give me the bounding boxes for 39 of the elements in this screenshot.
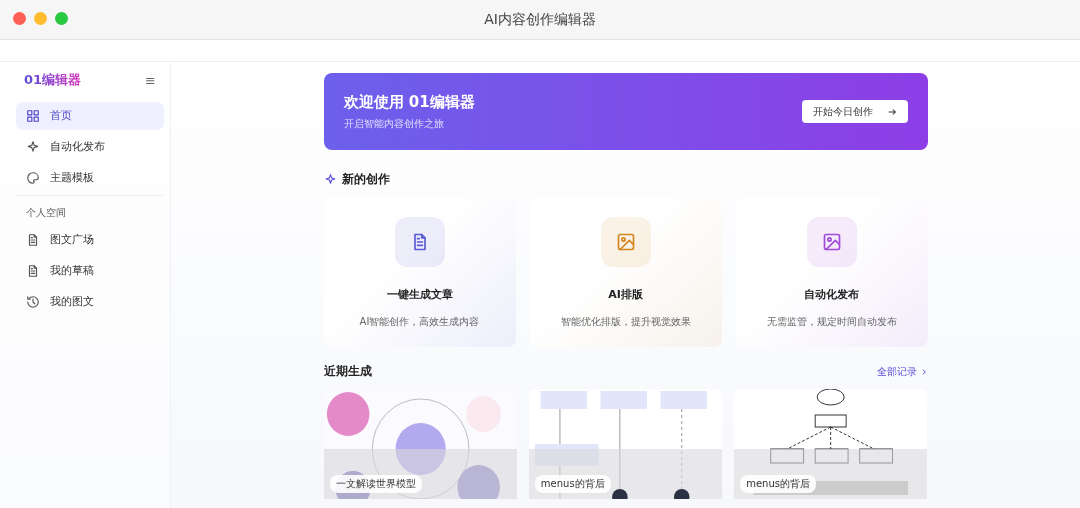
sidebar-item[interactable]: 主题模板 <box>16 164 164 192</box>
arrow-icon <box>886 106 897 117</box>
all-records-link[interactable]: 全部记录 <box>876 364 928 379</box>
image-icon <box>821 232 842 252</box>
image-icon <box>615 232 636 252</box>
grid-icon <box>26 109 40 123</box>
window-title: AI内容创作编辑器 <box>484 10 596 29</box>
sidebar-item[interactable]: 我的草稿 <box>16 257 164 285</box>
minimize-button[interactable] <box>34 12 47 25</box>
section-title: 个人空间 <box>25 206 67 220</box>
menu-button[interactable]: ≡ <box>145 72 156 88</box>
card-title: 自动化发布 <box>804 287 859 302</box>
thumbnail-caption: 一文解读世界模型 <box>329 475 422 493</box>
app-logo: 01编辑器 <box>24 71 82 89</box>
sidebar-item[interactable]: 自动化发布 <box>16 133 164 161</box>
palette-icon <box>26 171 40 185</box>
banner-subtitle: 开启智能内容创作之旅 <box>343 116 445 131</box>
document-icon <box>26 264 40 278</box>
sparkle-icon <box>323 173 337 186</box>
card-title: AI排版 <box>608 287 643 302</box>
document-icon <box>26 233 40 247</box>
section-title: 近期生成 <box>323 363 372 380</box>
thumbnail-caption: menus的背后 <box>740 475 816 493</box>
sidebar-item[interactable]: 图文广场 <box>16 226 164 254</box>
card-description: 智能优化排版，提升视觉效果 <box>560 315 691 329</box>
history-icon <box>26 295 40 309</box>
start-button[interactable]: 开始今日创作 <box>801 100 908 123</box>
thumbnail-caption: menus的背后 <box>534 475 611 493</box>
section-title: 新的创作 <box>341 171 390 188</box>
banner-title: 欢迎使用 01编辑器 <box>343 92 475 112</box>
maximize-button[interactable] <box>55 12 68 25</box>
sidebar-item[interactable]: 首页 <box>16 102 164 130</box>
feature-card[interactable]: AI排版 智能优化排版，提升视觉效果 <box>529 197 722 347</box>
sparkle-icon <box>26 140 40 154</box>
card-description: AI智能创作，高效生成内容 <box>359 315 480 329</box>
card-description: 无需监管，规定时间自动发布 <box>766 315 897 329</box>
close-button[interactable] <box>13 12 26 25</box>
card-title: 一键生成文章 <box>386 287 453 302</box>
sidebar-item[interactable]: 我的图文 <box>16 288 164 316</box>
